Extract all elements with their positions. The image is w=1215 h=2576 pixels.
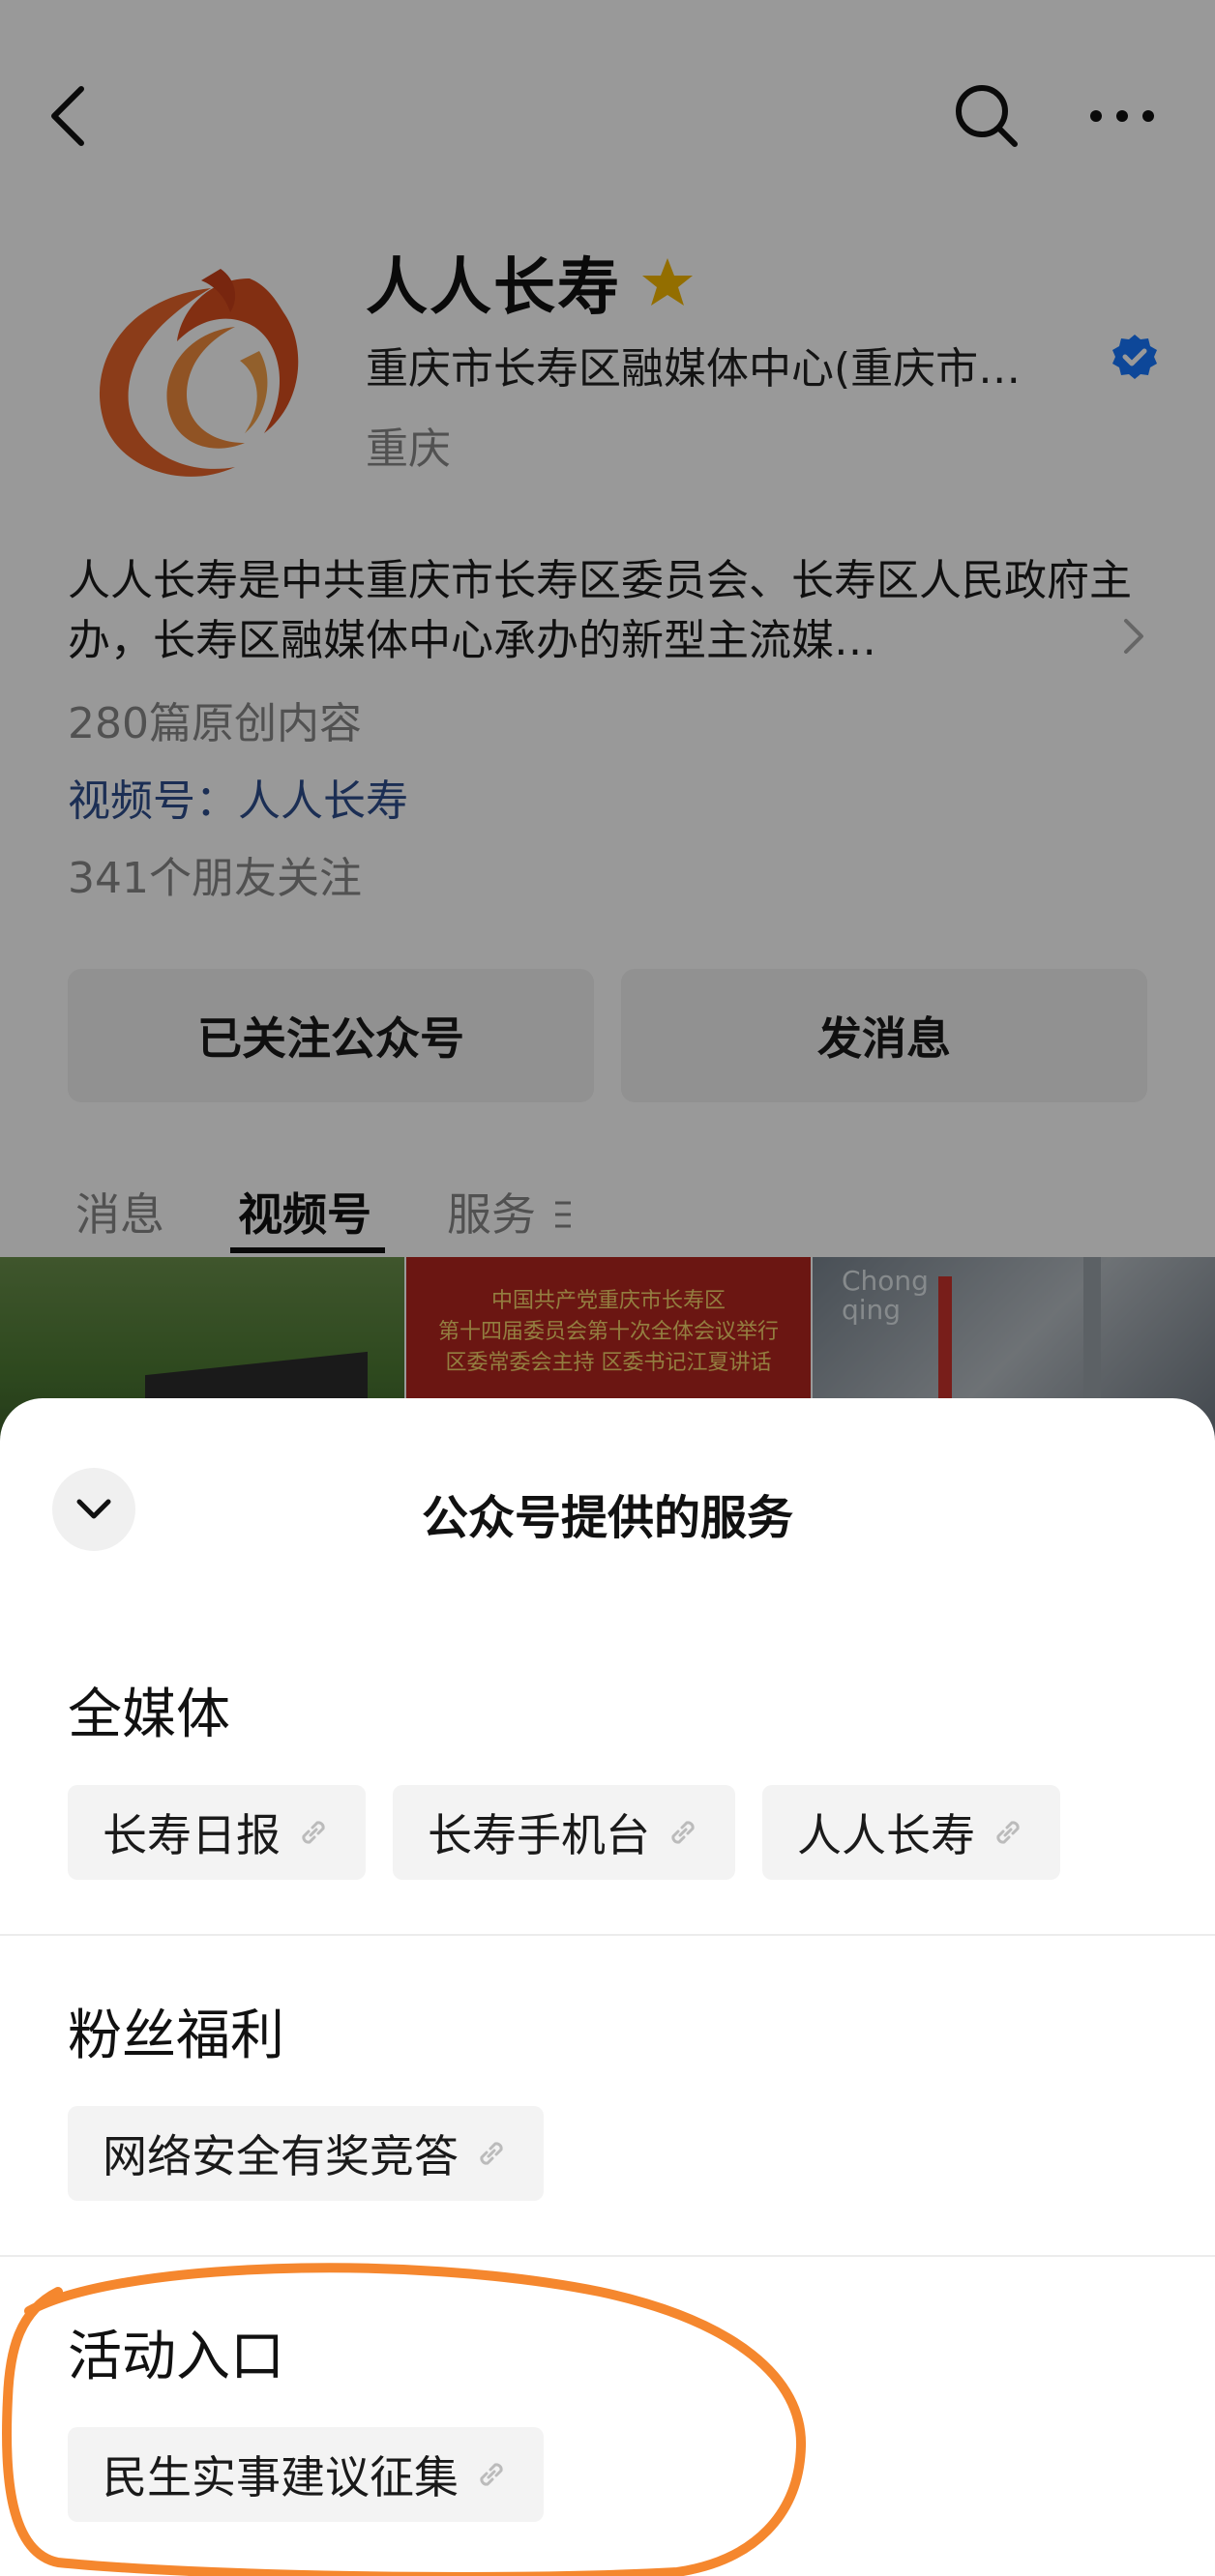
service-link-label: 人人长寿 — [797, 1809, 975, 1861]
hand-drawn-highlight-circle — [2, 2263, 807, 2576]
link-icon — [991, 1815, 1025, 1850]
modal-dim-overlay[interactable] — [0, 0, 1215, 1450]
service-link-label: 长寿日报 — [103, 1809, 281, 1861]
service-link-chip[interactable]: 网络安全有奖竞答 — [68, 2106, 544, 2201]
section-title-fan-benefits: 粉丝福利 — [68, 2005, 284, 2067]
service-link-label: 网络安全有奖竞答 — [103, 2130, 459, 2182]
fan-benefits-links: 网络安全有奖竞答 — [68, 2106, 571, 2201]
section-title-all-media: 全媒体 — [68, 1683, 230, 1746]
link-icon — [296, 1815, 331, 1850]
service-link-chip[interactable]: 长寿手机台 — [393, 1785, 735, 1880]
account-profile-page: 人人长寿 重庆市长寿区融媒体中心(重庆市… 重庆 人人长寿是中共重庆市长寿区委员… — [0, 0, 1215, 1450]
link-icon — [666, 1815, 700, 1850]
service-link-label: 长寿手机台 — [428, 1809, 650, 1861]
link-icon — [474, 2136, 509, 2171]
service-link-chip[interactable]: 长寿日报 — [68, 1785, 366, 1880]
all-media-links: 长寿日报 长寿手机台 人人长寿 — [68, 1785, 1087, 1880]
service-link-chip[interactable]: 人人长寿 — [762, 1785, 1060, 1880]
sheet-title: 公众号提供的服务 — [421, 1491, 793, 1545]
section-divider — [0, 1934, 1215, 1936]
